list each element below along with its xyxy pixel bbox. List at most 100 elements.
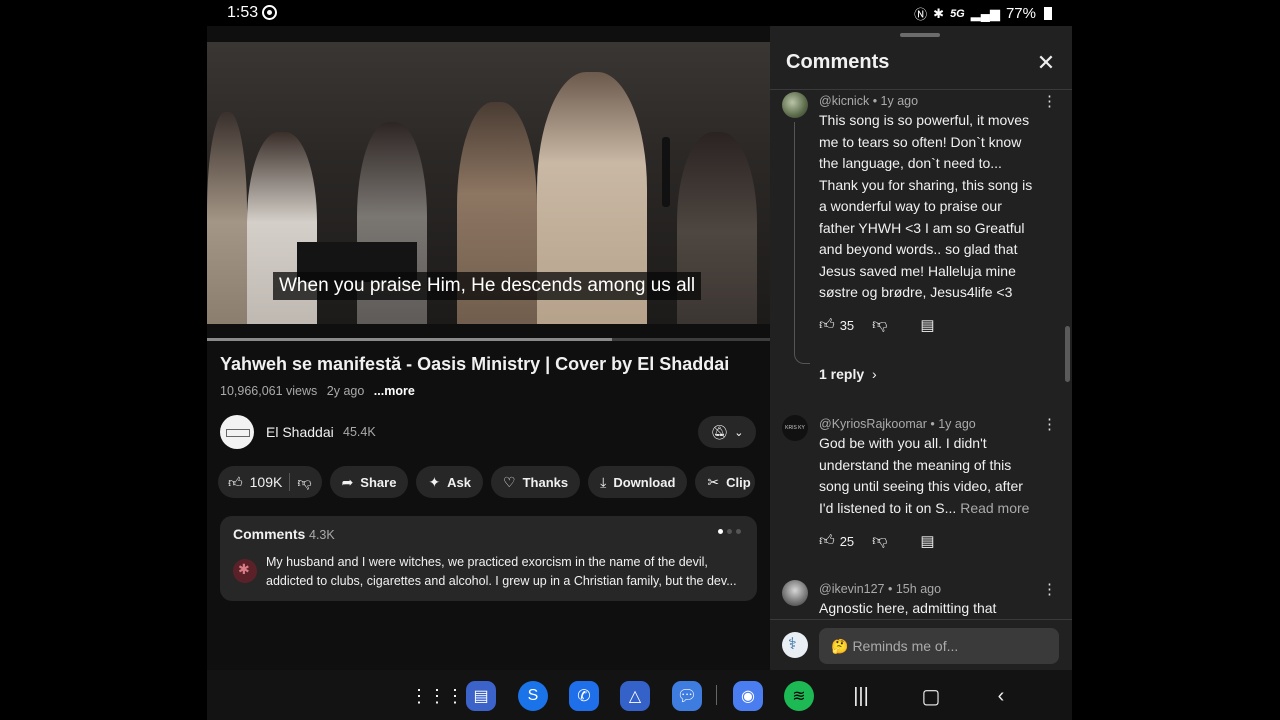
status-icons: Ⓝ ✱ 5G ▂▄▆ 77%	[914, 4, 1052, 23]
clip-button[interactable]: ✂ Clip	[695, 466, 755, 498]
channel-row[interactable]: El Shaddai 45.4K 🔕︎ ⌄	[220, 415, 760, 449]
ask-label: Ask	[447, 474, 472, 490]
comment-line: Thank you for sharing, this song is	[819, 176, 1033, 193]
video-progress-bar[interactable]	[207, 338, 770, 341]
comment-like-count: 35	[839, 317, 855, 333]
battery-percent: 77%	[1005, 5, 1036, 22]
video-meta[interactable]: 10,966,061 views 2y ago ...more	[220, 384, 415, 398]
thanks-label: Thanks	[522, 474, 569, 490]
spotify-icon[interactable]: ≋	[784, 681, 814, 711]
comment-line-text: I'd listened to it on S...	[819, 499, 957, 516]
thread-line	[794, 122, 810, 364]
sync-icon	[262, 5, 277, 20]
thumbs-down-icon[interactable]: 👎︎	[297, 474, 311, 491]
comment-line: Jesus saved me! Halleluja mine	[819, 262, 1016, 279]
subscriber-count: 45.4K	[343, 425, 376, 439]
carousel-dots	[718, 529, 741, 534]
comment-text: This song is so powerful, it moves me to…	[819, 110, 1054, 304]
ask-button[interactable]: ✦ Ask	[416, 466, 484, 498]
comment-line: father YHWH <3 I am so Greatful	[819, 219, 1025, 236]
divider	[770, 89, 1072, 90]
bell-off-icon: 🔕︎	[710, 423, 729, 440]
notification-button[interactable]: 🔕︎ ⌄	[698, 416, 756, 448]
more-link[interactable]: ...more	[374, 384, 415, 398]
reply-icon[interactable]: ▤	[920, 532, 934, 550]
shazam-icon[interactable]: S	[518, 681, 548, 711]
signal-icon: ▂▄▆	[970, 5, 1000, 21]
thumbs-up-icon[interactable]: 👍︎	[819, 316, 835, 334]
comment-input-placeholder: Reminds me of...	[852, 638, 959, 654]
drag-handle[interactable]	[900, 33, 940, 37]
scrollbar[interactable]	[1065, 326, 1070, 382]
home-icon[interactable]: ▢	[916, 681, 946, 711]
clip-label: Clip	[726, 474, 751, 490]
video-subtitle: When you praise Him, He descends among u…	[273, 272, 702, 300]
recent-apps-icon[interactable]: |||	[846, 681, 876, 711]
like-count[interactable]: 109K	[250, 474, 283, 490]
close-icon[interactable]: ✕	[1034, 51, 1058, 75]
app-drawer-icon[interactable]: ⋮⋮⋮	[410, 681, 464, 711]
commenter-avatar[interactable]: KRIS KY	[782, 415, 808, 441]
thumbs-up-icon[interactable]: 👍︎	[228, 474, 243, 491]
video-title: Yahweh se manifestă - Oasis Ministry | C…	[220, 354, 730, 374]
comment-meta: @KyriosRajkoomar • 1y ago	[819, 417, 976, 431]
comment-line: This song is so powerful, it moves	[819, 112, 1030, 128]
comment-age: 1y ago	[938, 417, 976, 431]
replies-label: 1 reply	[819, 366, 865, 382]
comment-line: and beyond words.. so glad that	[819, 241, 1018, 257]
download-button[interactable]: ⤓ Download	[588, 466, 688, 498]
thanks-button[interactable]: ♡ Thanks	[491, 466, 581, 498]
download-label: Download	[613, 474, 676, 490]
comment-line: understand the meaning of this	[819, 456, 1012, 473]
comments-teaser-card[interactable]: Comments 4.3K My husband and I were witc…	[220, 516, 757, 601]
reply-icon[interactable]: ▤	[920, 316, 934, 334]
share-button[interactable]: ➦ Share	[329, 466, 409, 498]
avatar-logo-text: KRIS KY	[785, 425, 805, 431]
video-player[interactable]: When you praise Him, He descends among u…	[207, 42, 770, 324]
messages-icon[interactable]: 💬︎	[672, 681, 702, 711]
docs-icon[interactable]: ▤	[466, 681, 496, 711]
thumbs-down-icon[interactable]: 👎︎	[872, 532, 887, 550]
phone-icon[interactable]: ✆	[569, 681, 599, 711]
video-progress-fill	[207, 338, 613, 341]
top-comment-line: My husband and I were witches, we practi…	[266, 555, 708, 569]
view-count: 10,966,061 views	[220, 384, 318, 398]
comment-line: Agnostic here, admitting that	[819, 600, 997, 616]
commenter-avatar[interactable]	[782, 580, 808, 606]
thumbs-down-icon[interactable]: 👎︎	[872, 316, 887, 334]
chevron-down-icon: ⌄	[734, 426, 744, 439]
comment-meta: @ikevin127 • 15h ago	[819, 582, 942, 596]
replies-link[interactable]: 1 reply ›	[819, 366, 877, 382]
camera-icon[interactable]: ◉	[733, 681, 763, 711]
more-options-icon[interactable]: ⋮	[1042, 580, 1057, 598]
top-comment-text: My husband and I were witches, we practi…	[266, 553, 746, 591]
channel-name[interactable]: El Shaddai	[266, 424, 334, 440]
comment-author[interactable]: @KyriosRajkoomar	[819, 417, 927, 431]
comment-text: Agnostic here, admitting that	[819, 598, 1054, 620]
comment-author[interactable]: @kicnick	[819, 94, 869, 108]
read-more-link[interactable]: Read more	[960, 500, 1029, 516]
channel-avatar[interactable]	[220, 415, 254, 449]
comment-line: God be with you all. I didn't	[819, 435, 987, 451]
status-bar: 1:53 Ⓝ ✱ 5G ▂▄▆ 77%	[207, 0, 1072, 26]
video-age: 2y ago	[326, 384, 365, 398]
comment-author[interactable]: @ikevin127	[819, 582, 885, 596]
more-options-icon[interactable]: ⋮	[1042, 92, 1057, 110]
commenter-avatar	[233, 559, 257, 583]
more-options-icon[interactable]: ⋮	[1042, 415, 1057, 433]
comment-meta: @kicnick • 1y ago	[819, 94, 919, 108]
comment-input[interactable]: 🤔 Reminds me of...	[819, 628, 1059, 664]
heart-dollar-icon: ♡	[503, 473, 516, 490]
share-label: Share	[360, 474, 397, 490]
commenter-avatar[interactable]	[782, 92, 808, 118]
thumbs-up-icon[interactable]: 👍︎	[819, 532, 835, 550]
drive-icon[interactable]: △	[620, 681, 650, 711]
back-icon[interactable]: ‹	[986, 681, 1016, 711]
panel-title: Comments	[786, 51, 890, 73]
microphone	[662, 137, 670, 207]
comment-line: song until seeing this video, after	[819, 478, 1023, 494]
navigation-bar: ⋮⋮⋮ ▤ S ✆ △ 💬︎ ◉ ≋ ||| ▢ ‹	[207, 670, 1072, 720]
scissors-icon: ✂	[707, 473, 720, 490]
comment-actions: 👍︎ 25 👎︎ ▤	[819, 532, 935, 550]
sparkle-icon: ✦	[428, 473, 441, 490]
